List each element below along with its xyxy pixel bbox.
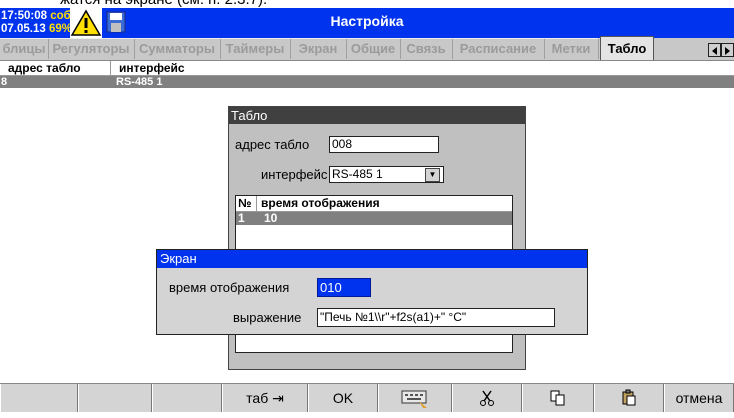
display-time-input[interactable]: 010 xyxy=(317,278,371,297)
save-button[interactable] xyxy=(106,11,126,33)
tab-tables[interactable]: блицы xyxy=(0,38,49,59)
toolbar-empty-button-2[interactable] xyxy=(78,384,152,412)
keyboard-button[interactable] xyxy=(378,384,452,412)
list-cell-number: 1 xyxy=(238,211,245,225)
caption-fragment: жатся на экране (см. п. 2.3.7). xyxy=(60,0,267,8)
tab-summators[interactable]: Сумматоры xyxy=(134,38,221,59)
status-date: 07.05.13 xyxy=(1,23,46,35)
tab-marks[interactable]: Метки xyxy=(544,38,599,59)
cell-address: 8 xyxy=(1,76,8,88)
cut-button[interactable] xyxy=(452,384,522,412)
warning-button[interactable] xyxy=(70,8,102,38)
tab-screen[interactable]: Экран xyxy=(290,38,347,59)
address-label: адрес табло xyxy=(235,137,310,152)
header-interface: интерфейс xyxy=(110,61,185,75)
paste-icon xyxy=(622,389,636,406)
expression-input[interactable]: "Печь №1\\r"+f2s(a1)+" °C" xyxy=(317,308,555,327)
cell-interface: RS-485 1 xyxy=(116,76,163,88)
table-row[interactable]: 8 RS-485 1 xyxy=(0,76,734,88)
expression-label: выражение xyxy=(233,310,302,325)
tab-connection[interactable]: Связь xyxy=(400,38,453,59)
status-time: 17:50:08 xyxy=(1,10,48,22)
table-header: адрес табло интерфейс xyxy=(0,61,734,76)
toolbar-empty-button-1[interactable] xyxy=(0,384,78,412)
status-percent: 69% xyxy=(48,23,72,35)
scissors-icon xyxy=(480,390,494,406)
status-clock: 17:50:08 собт 07.05.13 69% xyxy=(0,8,76,38)
warning-icon xyxy=(70,9,102,36)
ok-button[interactable]: OK xyxy=(308,384,378,412)
tab-general[interactable]: Общие xyxy=(346,38,401,59)
tab-regulators[interactable]: Регуляторы xyxy=(48,38,135,59)
interface-label: интерфейс xyxy=(261,167,328,182)
list-header-time: время отображения xyxy=(256,196,380,211)
screen-dialog: Экран время отображения 010 выражение "П… xyxy=(156,249,588,335)
keyboard-icon xyxy=(401,390,427,408)
list-item[interactable]: 1 10 xyxy=(236,212,512,225)
screen-dialog-title: Экран xyxy=(157,250,587,268)
toolbar-empty-button-3[interactable] xyxy=(152,384,222,412)
tab-bar: блицы Регуляторы Сумматоры Таймеры Экран… xyxy=(0,36,734,61)
tab-button[interactable]: таб ⇥ xyxy=(222,384,308,412)
copy-icon xyxy=(550,390,565,406)
cancel-button[interactable]: отмена xyxy=(664,384,734,412)
display-time-label: время отображения xyxy=(169,280,290,295)
bottom-toolbar: таб ⇥ OK отмена xyxy=(0,383,734,412)
floppy-icon xyxy=(106,11,126,33)
tab-timers[interactable]: Таймеры xyxy=(220,38,291,59)
tab-tablo[interactable]: Табло xyxy=(600,36,654,60)
tab-left-arrow-icon[interactable] xyxy=(708,43,721,57)
list-header-number: № xyxy=(238,196,252,210)
address-input[interactable]: 008 xyxy=(329,136,439,153)
tab-right-arrow-icon[interactable] xyxy=(721,43,734,57)
tab-schedule[interactable]: Расписание xyxy=(452,38,545,59)
tablo-dialog-title: Табло xyxy=(229,107,525,124)
dropdown-arrow-icon[interactable]: ▼ xyxy=(425,168,440,182)
paste-button[interactable] xyxy=(594,384,664,412)
header-address: адрес табло xyxy=(8,61,81,75)
copy-button[interactable] xyxy=(522,384,594,412)
list-cell-time: 10 xyxy=(264,211,278,225)
